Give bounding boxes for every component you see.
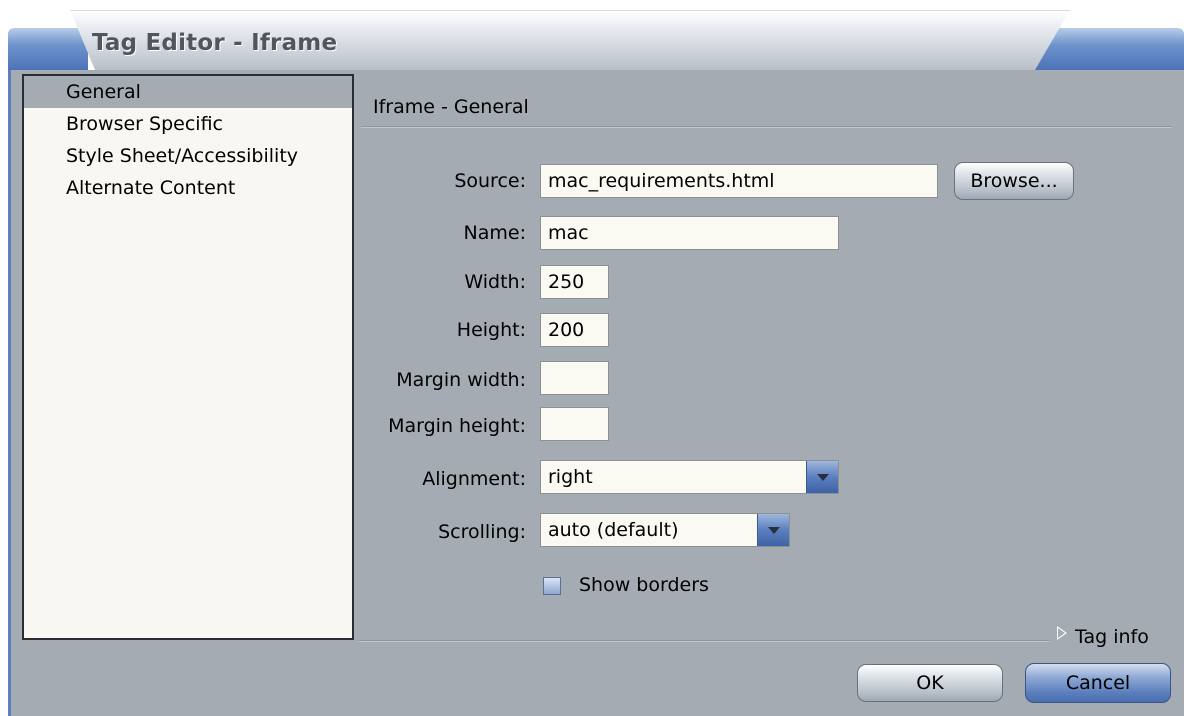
scrolling-label: Scrolling: xyxy=(438,521,526,543)
source-label: Source: xyxy=(454,170,526,192)
chevron-down-icon[interactable] xyxy=(806,461,838,493)
name-label: Name: xyxy=(463,222,526,244)
browse-button[interactable]: Browse... xyxy=(954,162,1074,200)
title-bar: Tag Editor - Iframe xyxy=(0,0,1184,70)
bottom-divider xyxy=(359,640,1049,642)
category-list: General Browser Specific Style Sheet/Acc… xyxy=(22,74,354,640)
ok-button[interactable]: OK xyxy=(857,664,1003,702)
section-title: Iframe - General xyxy=(373,96,529,118)
show-borders-label: Show borders xyxy=(579,574,709,596)
margin-width-label: Margin width: xyxy=(396,369,526,391)
source-input[interactable]: mac_requirements.html xyxy=(540,164,938,198)
alignment-label: Alignment: xyxy=(422,468,526,490)
alignment-value: right xyxy=(548,466,593,488)
height-input[interactable]: 200 xyxy=(540,313,609,347)
margin-height-label: Margin height: xyxy=(388,415,526,437)
cancel-button[interactable]: Cancel xyxy=(1025,663,1171,703)
chevron-down-icon[interactable] xyxy=(757,514,789,546)
show-borders-checkbox[interactable] xyxy=(543,577,561,595)
alignment-select[interactable]: right xyxy=(540,460,839,494)
name-input[interactable]: mac xyxy=(540,216,839,250)
margin-height-input[interactable] xyxy=(540,407,609,441)
category-item-general[interactable]: General xyxy=(24,76,352,108)
expand-triangle-icon[interactable] xyxy=(1057,626,1067,640)
window-title: Tag Editor - Iframe xyxy=(92,30,338,56)
tag-info-toggle[interactable]: Tag info xyxy=(1075,626,1165,648)
margin-width-input[interactable] xyxy=(540,361,609,395)
title-bar-left-accent xyxy=(8,28,88,70)
scrolling-value: auto (default) xyxy=(548,519,679,541)
height-label: Height: xyxy=(456,319,526,341)
section-divider xyxy=(361,126,1171,128)
scrolling-select[interactable]: auto (default) xyxy=(540,513,790,547)
width-input[interactable]: 250 xyxy=(540,265,609,299)
width-label: Width: xyxy=(464,271,526,293)
dialog-body: General Browser Specific Style Sheet/Acc… xyxy=(8,70,1184,716)
category-item-style-sheet-accessibility[interactable]: Style Sheet/Accessibility xyxy=(24,140,352,172)
category-item-browser-specific[interactable]: Browser Specific xyxy=(24,108,352,140)
